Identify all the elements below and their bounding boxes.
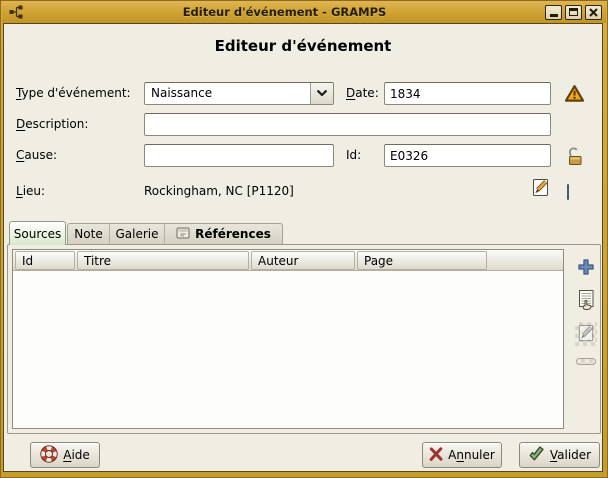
chevron-down-icon bbox=[310, 83, 333, 104]
sources-table[interactable]: Id Titre Auteur Page bbox=[12, 249, 564, 429]
place-value: Rockingham, NC [P1120] bbox=[144, 180, 294, 202]
ok-button[interactable]: Valider bbox=[519, 442, 600, 468]
remove-place-button[interactable] bbox=[567, 185, 569, 199]
lifebuoy-icon bbox=[40, 445, 58, 466]
tab-note-label: Note bbox=[74, 227, 102, 241]
remove-icon bbox=[567, 184, 569, 200]
sources-panel: Id Titre Auteur Page bbox=[7, 244, 601, 434]
edit-source-button bbox=[575, 322, 597, 346]
event-type-combobox[interactable]: Naissance bbox=[144, 82, 334, 105]
unlocked-padlock-icon[interactable] bbox=[564, 146, 586, 170]
column-header-titre[interactable]: Titre bbox=[77, 251, 249, 270]
tab-sources-label: Sources bbox=[14, 227, 61, 241]
id-input[interactable] bbox=[384, 144, 551, 167]
share-source-icon bbox=[577, 289, 596, 314]
plus-icon bbox=[576, 257, 596, 280]
green-check-icon bbox=[528, 446, 545, 465]
close-button[interactable] bbox=[585, 5, 602, 20]
close-icon bbox=[589, 5, 598, 20]
ok-button-label: Valider bbox=[550, 448, 591, 462]
dialog-content: Editeur d'événement Type d'événement: Na… bbox=[3, 23, 603, 472]
event-type-label: Type d'événement: bbox=[16, 82, 131, 105]
tab-strip: Note Galerie Références bbox=[67, 223, 283, 244]
column-header-id[interactable]: Id bbox=[15, 251, 75, 270]
edit-place-button[interactable] bbox=[530, 177, 551, 201]
help-button[interactable]: Aide bbox=[30, 442, 100, 468]
tab-references[interactable]: Références bbox=[164, 224, 282, 244]
event-type-value: Naissance bbox=[145, 83, 310, 104]
minimize-icon bbox=[550, 14, 558, 17]
calendar-badge-icon bbox=[176, 227, 190, 242]
tab-references-label: Références bbox=[195, 227, 271, 241]
date-input[interactable] bbox=[384, 82, 551, 105]
edit-icon bbox=[530, 187, 551, 201]
warning-icon bbox=[564, 84, 585, 106]
share-source-button[interactable] bbox=[575, 289, 597, 313]
remove-icon bbox=[576, 358, 596, 365]
description-label: Description: bbox=[16, 113, 88, 136]
tab-sources[interactable]: Sources bbox=[9, 221, 66, 245]
window-controls bbox=[545, 5, 602, 20]
tab-galerie[interactable]: Galerie bbox=[109, 224, 164, 244]
description-input[interactable] bbox=[144, 113, 551, 136]
gramps-app-icon bbox=[8, 4, 24, 20]
cancel-button[interactable]: Annuler bbox=[422, 442, 502, 468]
cause-label: Cause: bbox=[16, 144, 57, 167]
window-title: Editeur d'événement - GRAMPS bbox=[24, 5, 545, 19]
red-x-icon bbox=[429, 447, 443, 464]
titlebar[interactable]: Editeur d'événement - GRAMPS bbox=[2, 1, 606, 23]
remove-source-button bbox=[575, 355, 597, 367]
date-label: Date: bbox=[346, 82, 379, 105]
event-editor-window: Editeur d'événement - GRAMPS Editeur d'é… bbox=[0, 0, 608, 478]
tab-galerie-label: Galerie bbox=[115, 227, 158, 241]
maximize-icon bbox=[569, 8, 578, 16]
edit-icon bbox=[576, 323, 596, 346]
id-label: Id: bbox=[346, 144, 361, 167]
dialog-title: Editeur d'événement bbox=[4, 37, 602, 55]
column-header-page[interactable]: Page bbox=[357, 251, 487, 270]
help-button-label: Aide bbox=[63, 448, 90, 462]
minimize-button[interactable] bbox=[545, 5, 562, 20]
cause-input[interactable] bbox=[144, 144, 334, 167]
sources-toolbar bbox=[575, 256, 597, 376]
tab-note[interactable]: Note bbox=[68, 224, 109, 244]
cancel-button-label: Annuler bbox=[448, 448, 495, 462]
add-source-button[interactable] bbox=[575, 256, 597, 280]
place-label: Lieu: bbox=[16, 180, 45, 203]
column-header-auteur[interactable]: Auteur bbox=[251, 251, 355, 270]
maximize-button[interactable] bbox=[565, 5, 582, 20]
